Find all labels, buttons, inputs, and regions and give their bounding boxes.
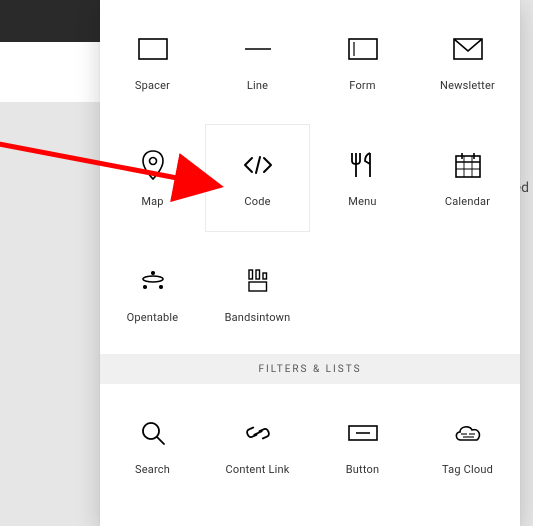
menu-utensils-icon bbox=[350, 149, 376, 181]
block-grid-row-3: Opentable Bandsintown bbox=[100, 232, 520, 348]
block-newsletter[interactable]: Newsletter bbox=[415, 8, 520, 116]
block-archive[interactable] bbox=[100, 508, 205, 526]
search-icon bbox=[140, 417, 166, 449]
section-header-filters-lists: Filters & Lists bbox=[100, 354, 520, 384]
editor-canvas-sliver bbox=[0, 42, 100, 102]
editor-top-bar bbox=[0, 0, 100, 42]
block-picker-panel: Spacer Line Form Newsletter Map bbox=[100, 0, 520, 526]
block-label: Spacer bbox=[135, 79, 170, 92]
block-label: Bandsintown bbox=[225, 311, 291, 324]
block-grid-row-4: Search Content Link Button Tag Cloud bbox=[100, 384, 520, 500]
block-calendar[interactable]: Calendar bbox=[415, 124, 520, 232]
block-grid-row-1: Spacer Line Form Newsletter bbox=[100, 0, 520, 116]
form-icon bbox=[348, 33, 378, 65]
bandsintown-icon bbox=[246, 265, 270, 297]
block-label: Search bbox=[135, 463, 170, 476]
block-code[interactable]: Code bbox=[205, 124, 310, 232]
block-line[interactable]: Line bbox=[205, 8, 310, 116]
line-icon bbox=[243, 33, 273, 65]
code-icon bbox=[242, 149, 274, 181]
block-label: Button bbox=[346, 463, 380, 476]
block-label: Newsletter bbox=[440, 79, 495, 92]
block-label: Opentable bbox=[127, 311, 179, 324]
block-label: Calendar bbox=[445, 195, 490, 208]
block-map[interactable]: Map bbox=[100, 124, 205, 232]
content-link-icon bbox=[244, 417, 272, 449]
tag-cloud-icon bbox=[452, 417, 484, 449]
block-grid-row-5 bbox=[100, 500, 520, 526]
block-label: Form bbox=[349, 79, 375, 92]
block-content-link[interactable]: Content Link bbox=[205, 392, 310, 500]
block-spacer[interactable]: Spacer bbox=[100, 8, 205, 116]
block-form[interactable]: Form bbox=[310, 8, 415, 116]
block-bandsintown[interactable]: Bandsintown bbox=[205, 240, 310, 348]
map-pin-icon bbox=[141, 149, 165, 181]
block-label: Line bbox=[247, 79, 268, 92]
calendar-icon bbox=[454, 149, 482, 181]
newsletter-icon bbox=[453, 33, 483, 65]
block-tag-cloud[interactable]: Tag Cloud bbox=[415, 392, 520, 500]
block-label: Map bbox=[141, 195, 163, 208]
button-icon bbox=[348, 417, 378, 449]
block-label: Content Link bbox=[226, 463, 290, 476]
block-label: Code bbox=[244, 195, 270, 208]
opentable-icon bbox=[138, 265, 168, 297]
block-opentable[interactable]: Opentable bbox=[100, 240, 205, 348]
block-label: Menu bbox=[348, 195, 376, 208]
spacer-icon bbox=[138, 33, 168, 65]
block-label: Tag Cloud bbox=[442, 463, 493, 476]
block-search[interactable]: Search bbox=[100, 392, 205, 500]
block-menu[interactable]: Menu bbox=[310, 124, 415, 232]
block-button[interactable]: Button bbox=[310, 392, 415, 500]
block-grid-row-2: Map Code Menu bbox=[100, 116, 520, 232]
